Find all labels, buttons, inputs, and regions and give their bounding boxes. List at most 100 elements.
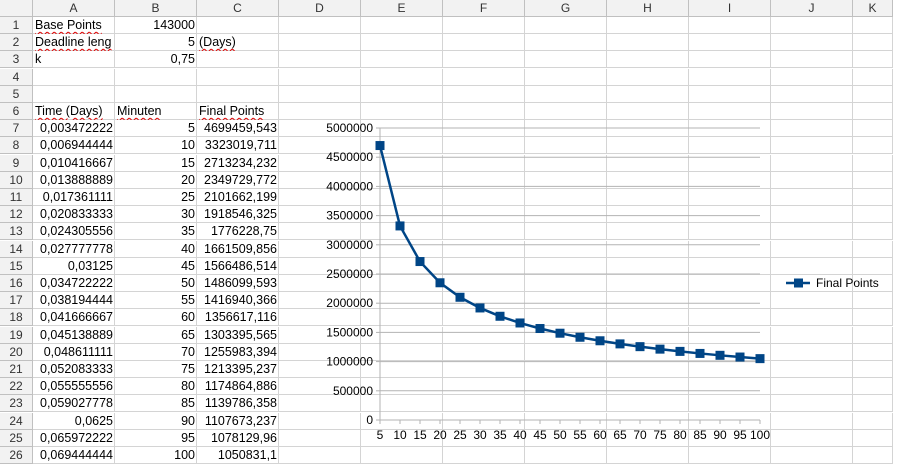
cell-value[interactable]: 0,020833333 — [33, 206, 115, 223]
cell[interactable] — [689, 85, 771, 103]
row-header-1[interactable]: 1 — [0, 17, 33, 34]
cell-value[interactable]: 0,013888889 — [33, 172, 115, 189]
cell-value[interactable]: 1661509,856 — [197, 241, 279, 258]
cell[interactable] — [197, 17, 279, 34]
cell-value[interactable]: k — [33, 51, 115, 68]
cell[interactable] — [115, 85, 197, 103]
cell[interactable] — [443, 68, 525, 86]
cell-value[interactable]: 20 — [115, 172, 197, 189]
row-header-26[interactable]: 26 — [0, 447, 33, 464]
row-header-16[interactable]: 16 — [0, 275, 33, 292]
cell[interactable] — [771, 51, 853, 69]
cell-value[interactable]: 70 — [115, 344, 197, 361]
cell-value[interactable]: 15 — [115, 155, 197, 172]
row-header-15[interactable]: 15 — [0, 257, 33, 275]
cell[interactable] — [689, 34, 771, 52]
cell-value[interactable]: 80 — [115, 378, 197, 395]
cell[interactable] — [607, 51, 689, 69]
cell[interactable] — [607, 68, 689, 86]
cell-value[interactable]: 45 — [115, 258, 197, 275]
row-header-19[interactable]: 19 — [0, 326, 33, 344]
cell[interactable] — [689, 17, 771, 34]
line-chart[interactable]: 0 500000 1000000 1500000 2000000 2500000 30000… — [312, 118, 907, 461]
column-header-B[interactable]: B — [115, 0, 197, 17]
cell-value[interactable]: 2713234,232 — [197, 155, 279, 172]
cell[interactable] — [361, 34, 443, 52]
cell-value[interactable]: 2349729,772 — [197, 172, 279, 189]
cell-value[interactable]: 1174864,886 — [197, 378, 279, 395]
cell-value[interactable]: 4699459,543 — [197, 120, 279, 137]
cell-value[interactable]: 0,017361111 — [33, 189, 115, 206]
column-header-A[interactable]: A — [33, 0, 115, 17]
cell-value[interactable]: 50 — [115, 275, 197, 292]
cell-value[interactable]: 3323019,711 — [197, 137, 279, 154]
cell[interactable] — [525, 51, 607, 69]
cell-value[interactable]: 0,024305556 — [33, 223, 115, 240]
row-header-25[interactable]: 25 — [0, 429, 33, 447]
cell[interactable] — [525, 68, 607, 86]
cell[interactable] — [689, 51, 771, 69]
row-header-5[interactable]: 5 — [0, 85, 33, 103]
cell-value[interactable]: 0,027777778 — [33, 241, 115, 258]
row-header-23[interactable]: 23 — [0, 395, 33, 413]
cell[interactable] — [361, 51, 443, 69]
cell-value[interactable]: 90 — [115, 413, 197, 430]
cell[interactable] — [279, 17, 361, 34]
cell[interactable] — [525, 85, 607, 103]
cell[interactable] — [689, 68, 771, 86]
cell[interactable] — [853, 34, 893, 52]
select-all-corner[interactable] — [0, 0, 33, 17]
row-header-14[interactable]: 14 — [0, 240, 33, 258]
cell-value[interactable]: 1050831,1 — [197, 447, 279, 464]
cell-value[interactable]: 1566486,514 — [197, 258, 279, 275]
cell-value[interactable]: (Days) — [197, 34, 279, 51]
cell[interactable] — [115, 68, 197, 86]
cell[interactable] — [197, 68, 279, 86]
cell-value[interactable]: 25 — [115, 189, 197, 206]
cell[interactable] — [279, 51, 361, 69]
cell-value[interactable]: Deadline leng — [33, 34, 115, 51]
column-header-C[interactable]: C — [197, 0, 279, 17]
cell-value[interactable]: 0,003472222 — [33, 120, 115, 137]
cell[interactable] — [443, 34, 525, 52]
cell-value[interactable]: 0,75 — [115, 51, 197, 68]
row-header-10[interactable]: 10 — [0, 171, 33, 189]
cell-value[interactable]: 0,045138889 — [33, 327, 115, 344]
row-header-17[interactable]: 17 — [0, 292, 33, 310]
cell-value[interactable]: 1078129,96 — [197, 430, 279, 447]
row-header-7[interactable]: 7 — [0, 120, 33, 138]
row-header-21[interactable]: 21 — [0, 361, 33, 378]
cell-value[interactable]: Final Points — [197, 103, 279, 120]
column-header-E[interactable]: E — [361, 0, 443, 17]
cell[interactable] — [361, 68, 443, 86]
row-header-4[interactable]: 4 — [0, 68, 33, 86]
column-header-I[interactable]: I — [689, 0, 771, 17]
cell[interactable] — [853, 85, 893, 103]
cell[interactable] — [361, 17, 443, 34]
cell-value[interactable]: 75 — [115, 361, 197, 378]
cell-value[interactable]: 60 — [115, 309, 197, 326]
cell[interactable] — [771, 85, 853, 103]
cell[interactable] — [771, 34, 853, 52]
cell[interactable] — [443, 17, 525, 34]
cell-value[interactable]: 0,010416667 — [33, 155, 115, 172]
row-header-18[interactable]: 18 — [0, 309, 33, 327]
cell-value[interactable]: 1107673,237 — [197, 413, 279, 430]
cell[interactable] — [443, 85, 525, 103]
cell[interactable] — [607, 34, 689, 52]
row-header-24[interactable]: 24 — [0, 412, 33, 430]
cell-value[interactable]: 1356617,116 — [197, 309, 279, 326]
cell-value[interactable]: 2101662,199 — [197, 189, 279, 206]
cell-value[interactable]: 100 — [115, 447, 197, 464]
cell-value[interactable]: Base Points — [33, 17, 115, 34]
cell-value[interactable]: 65 — [115, 327, 197, 344]
cell[interactable] — [361, 85, 443, 103]
row-header-22[interactable]: 22 — [0, 378, 33, 396]
cell-value[interactable]: 5 — [115, 34, 197, 51]
cell-value[interactable]: 0,038194444 — [33, 292, 115, 309]
cell[interactable] — [853, 17, 893, 34]
row-header-8[interactable]: 8 — [0, 137, 33, 155]
column-header-J[interactable]: J — [771, 0, 853, 17]
cell-value[interactable]: 0,034722222 — [33, 275, 115, 292]
cell[interactable] — [607, 85, 689, 103]
